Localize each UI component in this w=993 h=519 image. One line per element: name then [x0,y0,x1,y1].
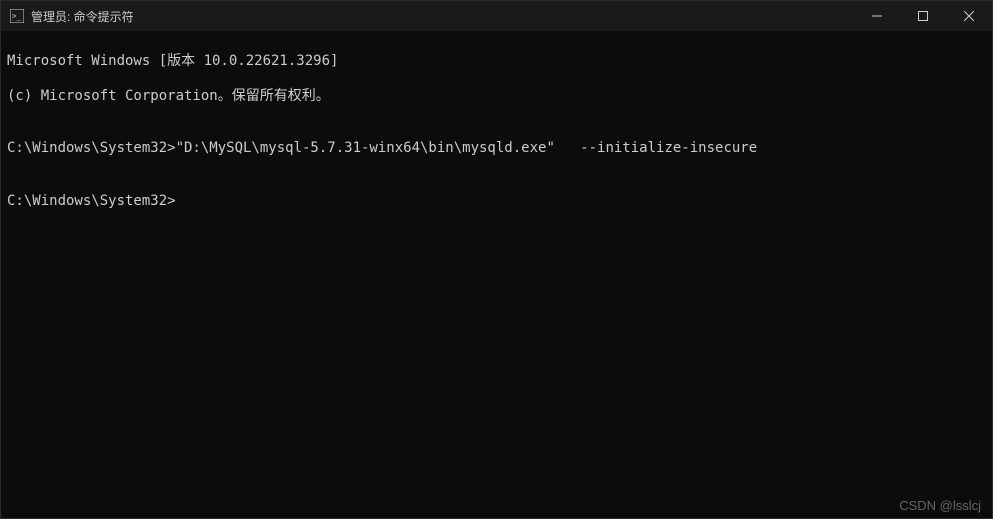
cmd-icon: >_ [9,8,25,24]
watermark: CSDN @lsslcj [899,498,981,513]
window-title: 管理员: 命令提示符 [31,8,854,25]
titlebar[interactable]: >_ 管理员: 命令提示符 [1,1,992,31]
prompt-line: C:\Windows\System32> [7,193,986,211]
close-button[interactable] [946,1,992,31]
window-controls [854,1,992,31]
maximize-button[interactable] [900,1,946,31]
output-line: (c) Microsoft Corporation。保留所有权利。 [7,88,986,106]
minimize-button[interactable] [854,1,900,31]
terminal-output[interactable]: Microsoft Windows [版本 10.0.22621.3296] (… [1,31,992,518]
command-prompt-window: >_ 管理员: 命令提示符 Microsoft Windows [版本 10.0… [0,0,993,519]
output-line: C:\Windows\System32>"D:\MySQL\mysql-5.7.… [7,140,986,158]
prompt-text: C:\Windows\System32> [7,193,176,209]
output-line: Microsoft Windows [版本 10.0.22621.3296] [7,53,986,71]
svg-text:>_: >_ [12,12,22,21]
